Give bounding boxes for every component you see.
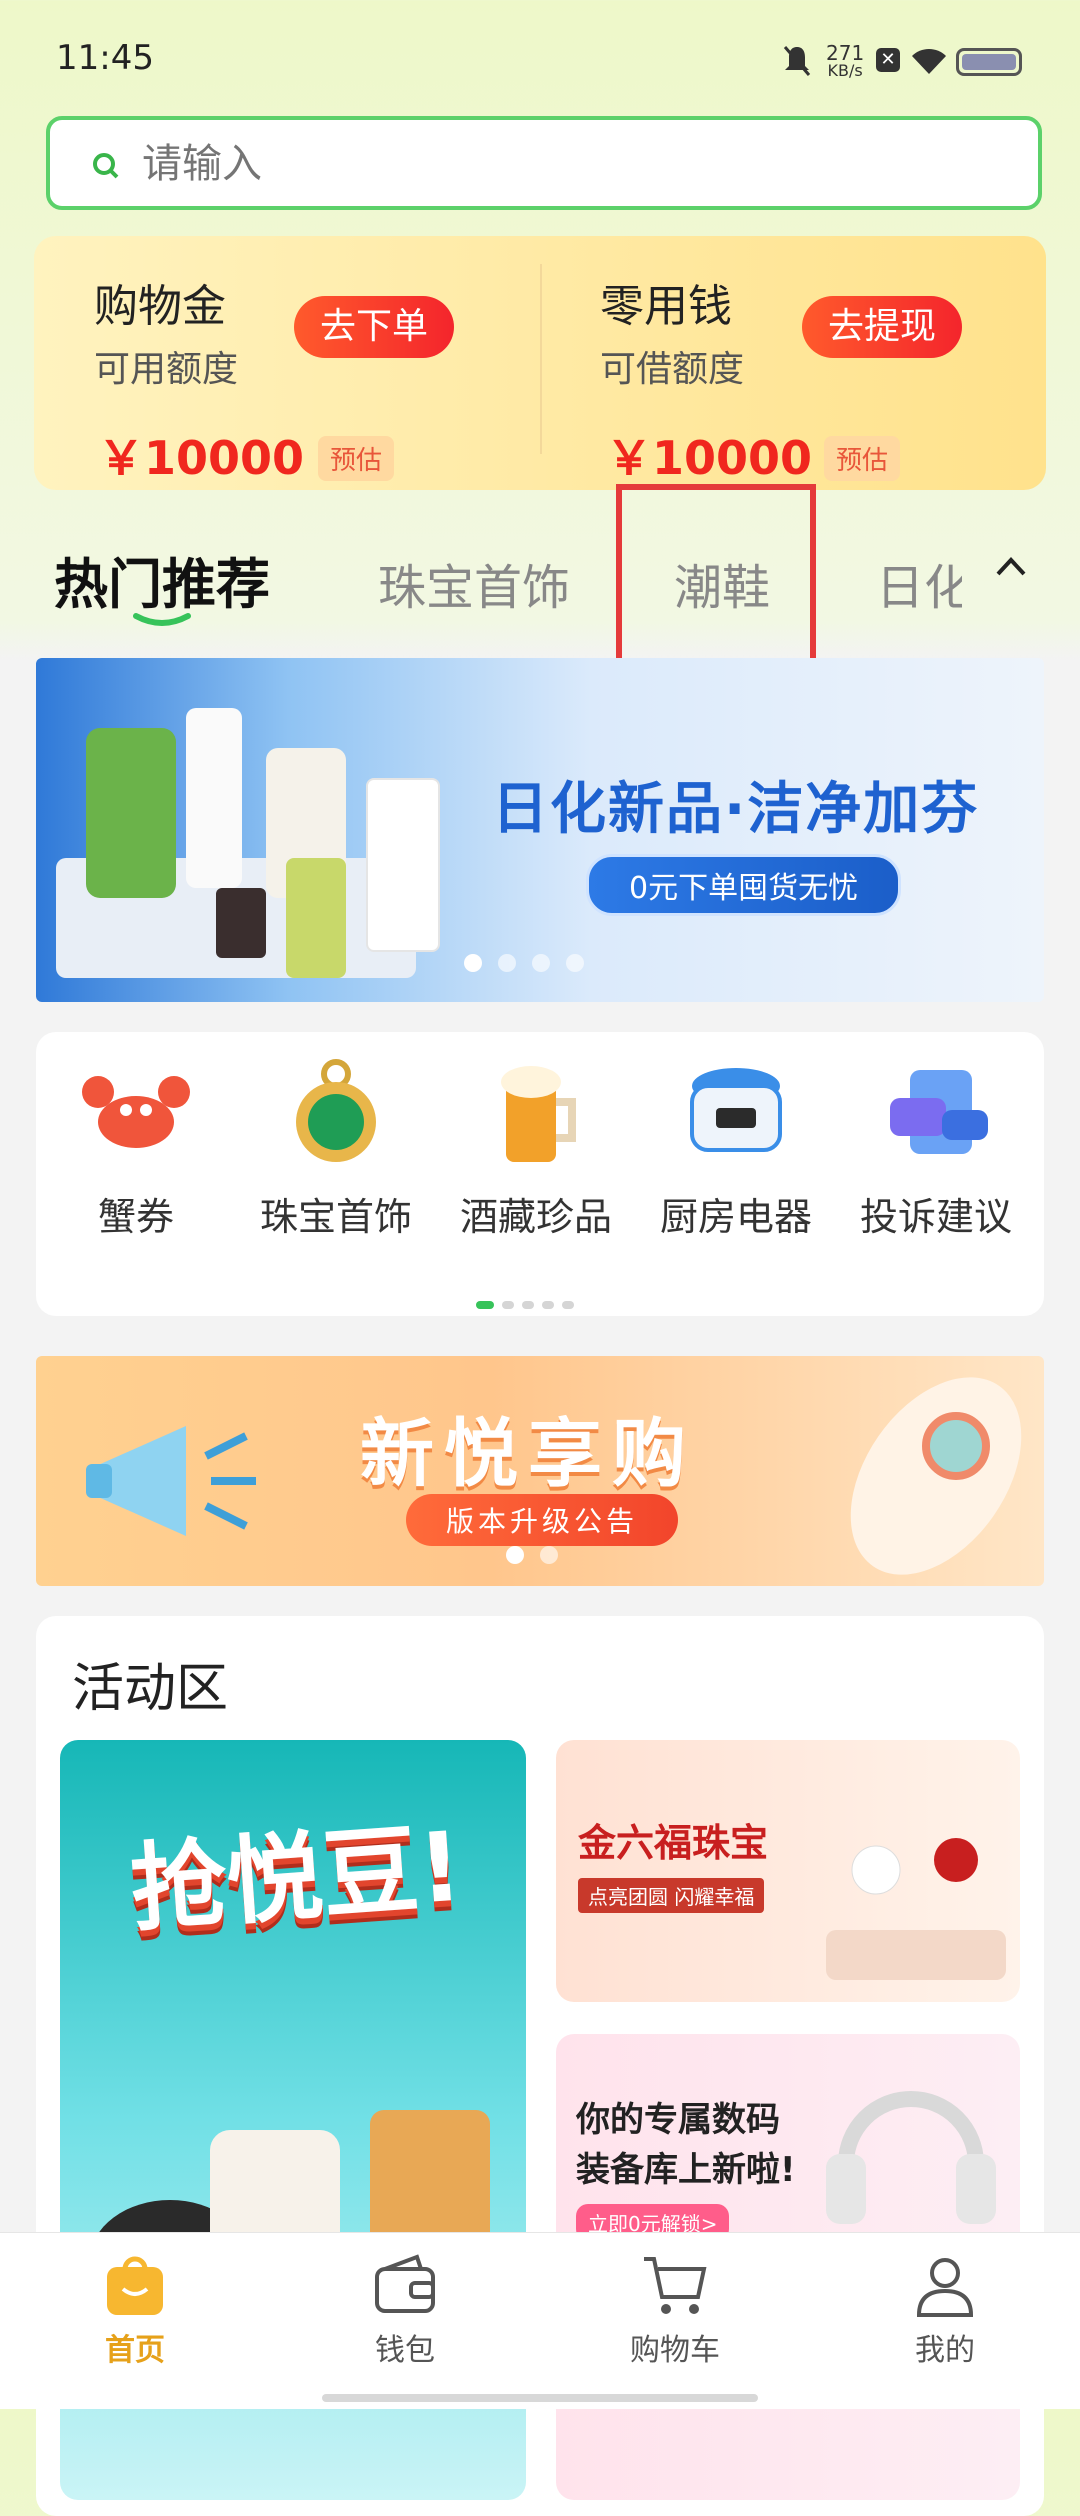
promo-indicator [498, 1546, 566, 1568]
beer-icon [476, 1052, 596, 1172]
home-indicator[interactable] [322, 2394, 758, 2402]
search-input[interactable] [140, 140, 944, 188]
highlight-box [616, 484, 816, 674]
category-jewelry[interactable]: 珠宝首饰 [236, 1052, 436, 1241]
pocket-money-amount: ￥10000 [606, 431, 813, 485]
withdraw-button[interactable]: 去提现 [802, 296, 963, 358]
jewelry-icon [276, 1052, 396, 1172]
tab-hot-recommend[interactable]: 热门推荐 [54, 540, 270, 619]
finance-panel: 购物金 可用额度 去下单 ￥10000 预估 零用钱 可借额度 去提现 ￥100… [34, 236, 1046, 490]
search-bar[interactable] [46, 116, 1042, 210]
card-line1: 你的专属数码 [576, 2100, 780, 2140]
necklace-image [816, 1750, 1016, 1994]
category-liquor[interactable]: 酒藏珍品 [436, 1052, 636, 1241]
status-bar: 11:45 271 KB/s ✕ [0, 0, 1080, 110]
status-time: 11:45 [56, 38, 154, 78]
activity-title: 活动区 [72, 1659, 229, 1719]
category-kitchen-appliances[interactable]: 厨房电器 [636, 1052, 836, 1241]
cart-icon [640, 2253, 710, 2319]
product-image [36, 658, 456, 1002]
carousel-indicator [456, 954, 592, 976]
active-tab-indicator [132, 610, 192, 634]
crab-icon [76, 1052, 196, 1172]
promo-headline: 新悦享购 [360, 1411, 696, 1497]
activity-card-jewelry[interactable]: 金六福珠宝 点亮团圆 闪耀幸福 [556, 1740, 1020, 2002]
headphones-image [806, 2054, 1016, 2258]
nav-profile[interactable]: 我的 [860, 2253, 1030, 2369]
tab-jewelry[interactable]: 珠宝首饰 [378, 548, 570, 618]
place-order-button[interactable]: 去下单 [294, 296, 455, 358]
banner-carousel[interactable]: 日化新品·洁净加芬 0元下单囤货无忧 [36, 658, 1044, 1002]
category-crab-voucher[interactable]: 蟹券 [36, 1052, 236, 1241]
megaphone-icon [76, 1396, 266, 1570]
category-tabs: 热门推荐 珠宝首饰 潮鞋 日化 [0, 540, 1080, 640]
bottom-nav: 首页 钱包 购物车 我的 [0, 2232, 1080, 2409]
pocket-money-subtitle: 可借额度 [600, 349, 745, 390]
wifi-icon [910, 46, 948, 80]
chevron-up-icon[interactable] [994, 554, 1028, 582]
battery-icon [956, 48, 1022, 76]
card-headline: 金六福珠宝 [578, 1821, 769, 1865]
promo-banner[interactable]: 新悦享购 版本升级公告 [36, 1356, 1044, 1586]
notification-icon: ✕ [876, 48, 900, 72]
card-headline: 抢悦豆! [127, 1810, 466, 1946]
user-icon [913, 2253, 977, 2319]
tab-daily-chemicals[interactable]: 日化 [876, 548, 962, 618]
category-feedback[interactable]: 投诉建议 [836, 1052, 1036, 1241]
rocket-image [816, 1366, 1036, 1580]
mute-icon [782, 44, 812, 82]
card-line2: 装备库上新啦! [576, 2150, 796, 2190]
estimate-tag: 预估 [318, 436, 395, 481]
search-icon [90, 150, 120, 184]
network-speed: 271 KB/s [826, 41, 865, 80]
category-grid: 蟹券 珠宝首饰 酒藏珍品 厨房电器 投诉建议 [36, 1032, 1044, 1316]
wallet-icon [373, 2253, 437, 2319]
divider [540, 264, 542, 454]
shopping-credit-amount: ￥10000 [98, 431, 305, 485]
shopping-credit-title: 购物金 [94, 281, 226, 332]
shopping-credit-subtitle: 可用额度 [94, 349, 239, 390]
card-subline: 点亮团圆 闪耀幸福 [578, 1878, 765, 1913]
feedback-icon [876, 1052, 996, 1172]
home-bag-icon [103, 2253, 167, 2319]
rice-cooker-icon [676, 1052, 796, 1172]
banner-subline: 0元下单囤货无忧 [586, 854, 902, 916]
estimate-tag: 预估 [824, 436, 901, 481]
pocket-money-title: 零用钱 [600, 281, 732, 332]
nav-cart[interactable]: 购物车 [590, 2253, 760, 2369]
nav-wallet[interactable]: 钱包 [320, 2253, 490, 2369]
banner-headline: 日化新品·洁净加芬 [492, 777, 980, 842]
nav-home[interactable]: 首页 [50, 2253, 220, 2369]
grid-page-indicator [472, 1294, 578, 1313]
promo-subline: 版本升级公告 [406, 1494, 679, 1546]
